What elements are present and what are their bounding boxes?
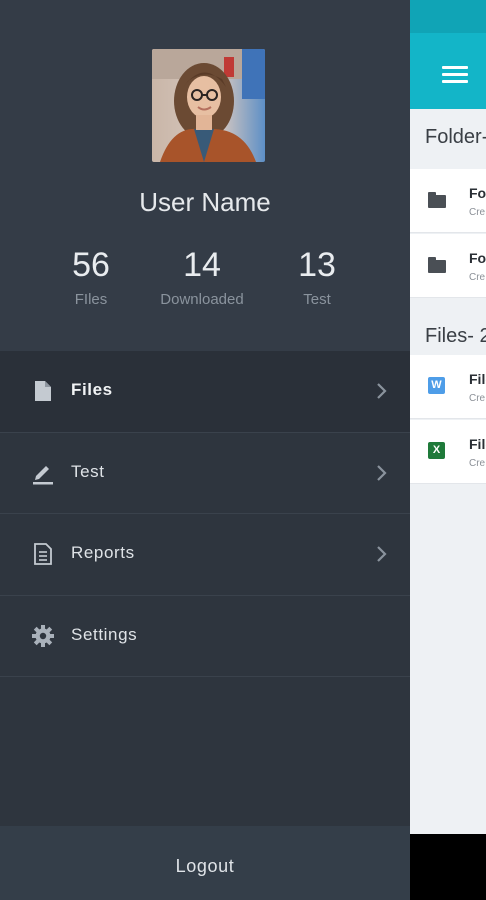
files-section-title: Files- 2 bbox=[425, 325, 486, 347]
folder-icon bbox=[428, 257, 446, 273]
pencil-icon bbox=[33, 465, 53, 484]
profile-header: User Name 56 FIles 14 Downloaded 13 Test bbox=[0, 0, 410, 351]
stat-files: 56 FIles bbox=[31, 245, 151, 308]
folder-row[interactable]: Fol Cre bbox=[410, 234, 486, 298]
navigation-bar bbox=[410, 834, 486, 900]
status-bar bbox=[410, 0, 486, 33]
stat-label: FIles bbox=[74, 291, 108, 308]
menu-item-settings[interactable]: Settings bbox=[0, 596, 410, 677]
stat-downloaded: 14 Downloaded bbox=[142, 245, 262, 308]
stat-value: 14 bbox=[183, 246, 221, 284]
menu-item-label: Reports bbox=[71, 543, 135, 562]
menu-item-test[interactable]: Test bbox=[0, 433, 410, 514]
folder-name: Fol bbox=[469, 185, 486, 201]
file-row[interactable]: X File Cre bbox=[410, 420, 486, 484]
menu-item-reports[interactable]: Reports bbox=[0, 514, 410, 596]
stat-value: 56 bbox=[72, 246, 110, 284]
menu-item-label: Files bbox=[71, 380, 113, 399]
hamburger-menu-icon[interactable] bbox=[442, 66, 468, 84]
file-name: File bbox=[469, 371, 486, 387]
navigation-drawer: User Name 56 FIles 14 Downloaded 13 Test… bbox=[0, 0, 410, 900]
stat-label: Test bbox=[303, 291, 331, 308]
file-icon bbox=[35, 381, 51, 401]
word-file-icon: W bbox=[428, 377, 445, 394]
file-name: File bbox=[469, 436, 486, 452]
folder-meta: Cre bbox=[469, 272, 486, 283]
file-meta: Cre bbox=[469, 458, 486, 469]
user-name: User Name bbox=[139, 187, 271, 217]
avatar[interactable] bbox=[152, 49, 265, 162]
avatar-photo bbox=[152, 49, 265, 162]
document-icon bbox=[34, 543, 52, 565]
folder-icon bbox=[428, 192, 446, 208]
excel-file-icon: X bbox=[428, 442, 445, 459]
chevron-right-icon bbox=[377, 383, 387, 399]
file-row[interactable]: W File Cre bbox=[410, 355, 486, 419]
gear-icon bbox=[32, 624, 54, 647]
stat-value: 13 bbox=[298, 246, 336, 284]
stat-test: 13 Test bbox=[257, 245, 377, 308]
chevron-right-icon bbox=[377, 546, 387, 562]
drawer-menu: Files Test Reports Settings bbox=[0, 351, 410, 677]
menu-item-label: Settings bbox=[71, 624, 138, 644]
logout-button[interactable]: Logout bbox=[0, 826, 410, 900]
background-app: Folder- Fol Cre Fol Cre Files- 2 W File … bbox=[410, 0, 486, 900]
folders-section-title: Folder- bbox=[425, 126, 486, 148]
folder-name: Fol bbox=[469, 250, 486, 266]
app-toolbar bbox=[410, 33, 486, 109]
chevron-right-icon bbox=[377, 464, 387, 481]
file-meta: Cre bbox=[469, 393, 486, 404]
menu-item-label: Test bbox=[71, 461, 105, 481]
folder-row[interactable]: Fol Cre bbox=[410, 169, 486, 233]
folder-meta: Cre bbox=[469, 207, 486, 218]
menu-item-files[interactable]: Files bbox=[0, 351, 410, 433]
stat-label: Downloaded bbox=[160, 291, 244, 308]
